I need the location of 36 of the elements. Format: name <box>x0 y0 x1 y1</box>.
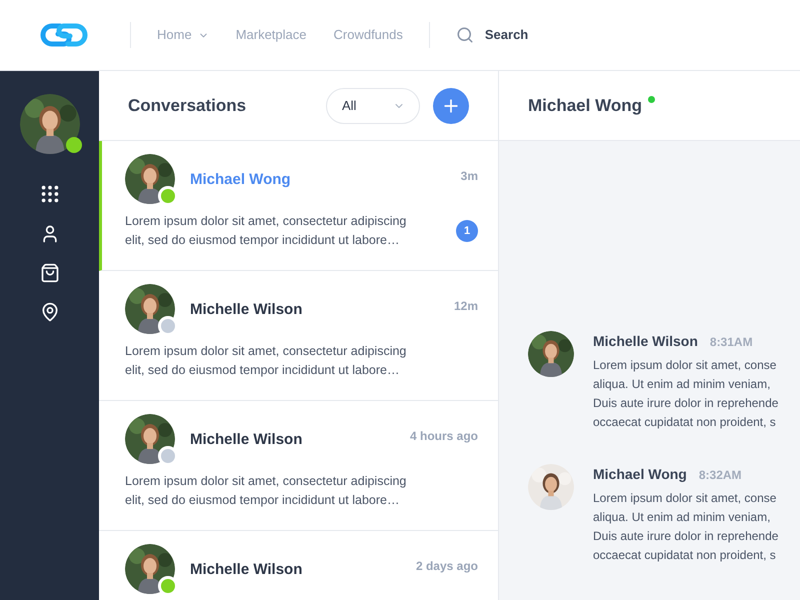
sender-name: Michelle Wilson <box>593 332 698 351</box>
message-line: occaecat cupidatat non proident, s <box>593 414 777 431</box>
timestamp: 12m <box>454 298 478 315</box>
add-button[interactable] <box>433 88 469 124</box>
timestamp: 3m <box>460 168 478 185</box>
message-preview: Lorem ipsum dolor sit amet, consectetur adipiscing elit, sed do eiusmod tempor incididunt ut labore… <box>125 213 408 249</box>
timestamp: 2 days ago <box>416 558 478 575</box>
message-time: 8:31AM <box>710 334 753 351</box>
message-line: aliqua. Ut enim ad minim veniam, <box>593 376 772 393</box>
message-preview: Lorem ipsum dolor sit amet, consectetur adipiscing elit, sed do eiusmod tempor incididunt ut labore… <box>125 343 408 379</box>
filter-dropdown[interactable]: All <box>326 88 420 124</box>
message-line: Lorem ipsum dolor sit amet, conse <box>593 357 778 374</box>
message-line: Duis aute irure dolor in reprehende <box>593 395 778 412</box>
message-line: occaecat cupidatat non proident, s <box>593 547 777 564</box>
conversation-item[interactable]: Michelle Wilson 12m Lorem ipsum dolor sit amet, consectetur adipiscing elit, sed do eiusmod tempor incididunt ut labore… <box>99 271 498 401</box>
contact-name: Michelle Wilson <box>190 300 302 320</box>
message-line: Duis aute irure dolor in reprehende <box>593 528 778 545</box>
sender-name: Michael Wong <box>593 465 687 484</box>
timestamp: 4 hours ago <box>410 428 478 445</box>
contact-name: Michelle Wilson <box>190 430 302 450</box>
conversation-item[interactable]: Michael Wong 3m Lorem ipsum dolor sit amet, consectetur adipiscing elit, sed do eiusmod tempor incididunt ut labore… 1 <box>99 141 498 271</box>
conversation-item[interactable]: Michelle Wilson 4 hours ago Lorem ipsum dolor sit amet, consectetur adipiscing elit, sed do eiusmod tempor incididunt ut labore… <box>99 401 498 531</box>
location-pin-icon[interactable] <box>40 302 60 322</box>
contact-name: Michael Wong <box>190 170 291 190</box>
contact-name: Michelle Wilson <box>190 560 302 580</box>
unread-count: 1 <box>456 220 478 242</box>
message-time: 8:32AM <box>698 467 742 484</box>
search-field[interactable]: Search <box>484 25 605 45</box>
panel-title: Conversations <box>128 94 248 117</box>
search-icon <box>456 26 474 44</box>
bag-icon[interactable] <box>40 263 60 283</box>
message-preview: Lorem ipsum dolor sit amet, consectetur adipiscing elit, sed do eiusmod tempor incididunt ut labore… <box>125 473 408 509</box>
chat-contact-name: Michael Wong <box>528 94 642 117</box>
message-line: Lorem ipsum dolor sit amet, conse <box>593 490 778 507</box>
message-line: aliqua. Ut enim ad minim veniam, <box>593 509 772 526</box>
conversation-item[interactable]: Michelle Wilson 2 days ago <box>99 531 498 600</box>
